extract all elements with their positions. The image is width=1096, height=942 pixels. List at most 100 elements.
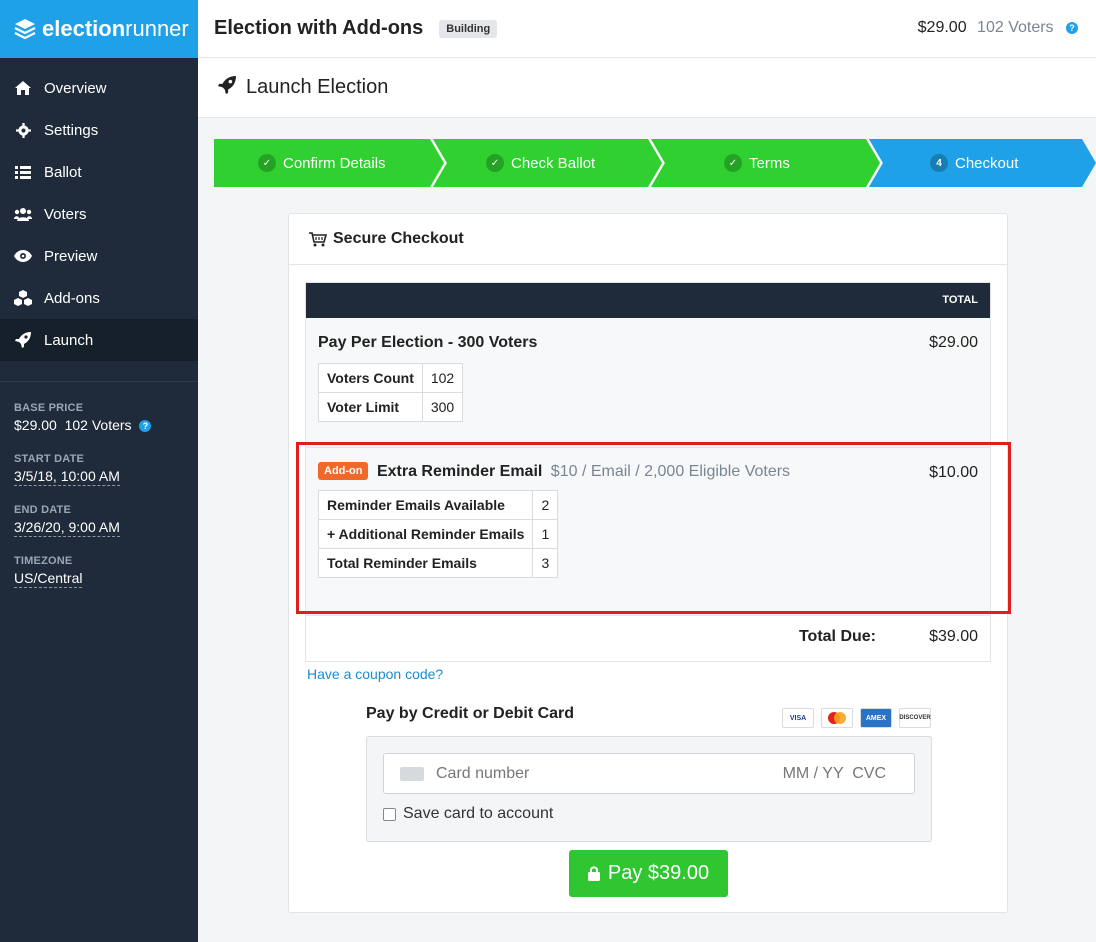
step-terms[interactable]: ✓ Terms	[650, 139, 880, 187]
check-icon: ✓	[724, 154, 742, 172]
rocket-icon	[218, 76, 236, 99]
rocket-icon	[14, 331, 32, 349]
addon-name: Extra Reminder Email	[376, 463, 543, 480]
total-amount: $39.00	[929, 628, 978, 645]
table-row: Voters Count 102	[318, 363, 464, 393]
sidebar-item-label: Add-ons	[44, 289, 100, 307]
sidebar-item-launch[interactable]: Launch	[0, 319, 198, 361]
timezone-group: TIMEZONE US/Central	[14, 555, 184, 588]
end-date-label: END DATE	[14, 504, 72, 516]
base-price-value: $29.00 102 Voters ?	[14, 417, 152, 433]
page-title: Launch Election	[246, 76, 389, 98]
end-date-value[interactable]: 3/26/20, 9:00 AM	[14, 519, 120, 537]
sidebar-nav: Overview Settings Ballot Voters Preview …	[0, 58, 198, 361]
table-cell-value: 3	[532, 548, 559, 578]
base-price-group: BASE PRICE $29.00 102 Voters ?	[14, 402, 184, 435]
header-voters: 102 Voters	[977, 19, 1054, 36]
table-row: Voter Limit 300	[318, 392, 464, 422]
addon-title-row: Add-on Extra Reminder Email $10 / Email …	[318, 462, 978, 481]
base-price-label: BASE PRICE	[14, 402, 84, 414]
gear-icon	[14, 121, 32, 139]
timezone-value[interactable]: US/Central	[14, 570, 83, 588]
start-date-group: START DATE 3/5/18, 10:00 AM	[14, 453, 184, 486]
eye-icon	[14, 247, 32, 265]
mastercard-icon	[821, 708, 853, 728]
check-icon: ✓	[258, 154, 276, 172]
header-pricing: $29.00 102 Voters ?	[918, 19, 1078, 37]
table-row: + Additional Reminder Emails 1	[317, 519, 559, 549]
card-number-field[interactable]: Card number MM / YY CVC	[383, 753, 915, 794]
order-summary: TOTAL Pay Per Election - 300 Voters $29.…	[305, 282, 991, 662]
card-form: Card number MM / YY CVC Save card to acc…	[366, 736, 932, 842]
page-header: Launch Election	[198, 58, 1096, 118]
save-card-label: Save card to account	[403, 805, 554, 822]
sidebar-item-addons[interactable]: Add-ons	[0, 277, 198, 319]
lock-icon	[587, 866, 600, 881]
plan-price: $29.00	[929, 334, 978, 351]
card-title: Secure Checkout	[333, 230, 464, 247]
election-title: Election with Add-ons	[214, 17, 424, 39]
checkbox-icon[interactable]	[383, 807, 396, 821]
addon-line-item: Add-on Extra Reminder Email $10 / Email …	[306, 448, 990, 616]
logo-icon	[14, 19, 36, 40]
addon-description: $10 / Email / 2,000 Eligible Voters	[550, 463, 791, 480]
table-cell-key: Total Reminder Emails	[317, 548, 534, 578]
step-confirm-details[interactable]: ✓ Confirm Details	[214, 139, 444, 187]
discover-icon: DISCOVER	[899, 708, 931, 728]
step-checkout[interactable]: 4 Checkout	[868, 139, 1096, 187]
brand-name-light: runner	[125, 16, 189, 41]
sidebar-item-ballot[interactable]: Ballot	[0, 151, 198, 193]
step-number: 4	[930, 154, 948, 172]
sidebar: election runner Overview Settings Ballot …	[0, 0, 198, 942]
save-card-checkbox[interactable]: Save card to account	[383, 805, 553, 823]
base-price-voters: 102 Voters	[64, 417, 132, 433]
checkout-steps: ✓ Confirm Details ✓ Check Ballot ✓ Terms…	[214, 139, 1096, 187]
help-icon[interactable]: ?	[1066, 22, 1078, 34]
card-brands: VISA AMEX DISCOVER	[782, 708, 931, 728]
checkout-card: Secure Checkout TOTAL Pay Per Election -…	[288, 213, 1008, 913]
help-icon[interactable]: ?	[139, 420, 152, 432]
election-meta: BASE PRICE $29.00 102 Voters ? START DAT…	[0, 382, 198, 588]
list-icon	[14, 163, 32, 181]
home-icon	[14, 79, 32, 97]
brand-logo[interactable]: election runner	[0, 0, 198, 58]
sidebar-item-overview[interactable]: Overview	[0, 67, 198, 109]
addon-price: $10.00	[929, 464, 978, 481]
step-label: Terms	[749, 154, 790, 172]
start-date-value[interactable]: 3/5/18, 10:00 AM	[14, 468, 120, 486]
table-cell-key: Voter Limit	[318, 392, 423, 422]
sidebar-item-label: Ballot	[44, 163, 82, 181]
base-price-amount: $29.00	[14, 417, 57, 433]
step-label: Check Ballot	[511, 154, 596, 172]
pay-button[interactable]: Pay $39.00	[569, 850, 728, 897]
coupon-link[interactable]: Have a coupon code?	[307, 666, 443, 682]
sidebar-item-preview[interactable]: Preview	[0, 235, 198, 277]
check-icon: ✓	[486, 154, 504, 172]
sidebar-item-label: Preview	[44, 247, 98, 265]
plan-details-table: Voters Count 102 Voter Limit 300	[318, 363, 464, 422]
cubes-icon	[14, 289, 32, 307]
payment-title: Pay by Credit or Debit Card	[366, 705, 575, 722]
card-header: Secure Checkout	[289, 214, 1007, 265]
table-cell-value: 2	[532, 490, 559, 520]
order-table-header: TOTAL	[306, 283, 990, 318]
brand-name-bold: election	[42, 16, 126, 41]
sidebar-item-label: Settings	[44, 121, 99, 139]
sidebar-item-voters[interactable]: Voters	[0, 193, 198, 235]
sidebar-item-label: Overview	[44, 79, 107, 97]
top-bar: Election with Add-ons Building $29.00 10…	[198, 0, 1096, 58]
table-cell-key: Voters Count	[318, 363, 423, 393]
amex-icon: AMEX	[860, 708, 892, 728]
visa-icon: VISA	[782, 708, 814, 728]
sidebar-item-settings[interactable]: Settings	[0, 109, 198, 151]
end-date-group: END DATE 3/26/20, 9:00 AM	[14, 504, 184, 537]
total-row: Total Due: $39.00	[306, 616, 990, 661]
plan-line-item: Pay Per Election - 300 Voters $29.00 Vot…	[306, 318, 990, 448]
step-check-ballot[interactable]: ✓ Check Ballot	[432, 139, 662, 187]
cart-icon	[309, 231, 327, 247]
table-cell-value: 300	[421, 392, 464, 422]
table-cell-key: Reminder Emails Available	[317, 490, 534, 520]
step-label: Checkout	[955, 154, 1019, 172]
sidebar-item-label: Voters	[44, 205, 87, 223]
table-cell-key: + Additional Reminder Emails	[317, 519, 534, 549]
